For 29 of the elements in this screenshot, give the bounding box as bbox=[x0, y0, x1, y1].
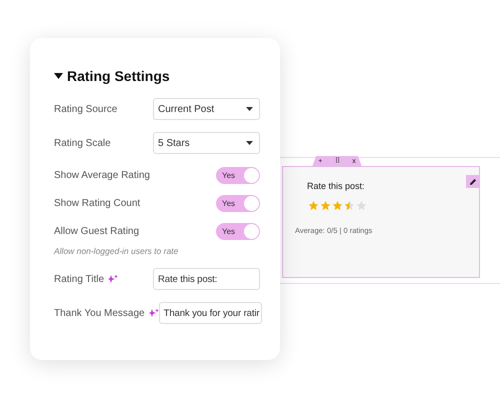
star-icon[interactable] bbox=[308, 200, 319, 211]
hint-text: Allow non-logged-in users to rate bbox=[54, 246, 180, 256]
rating-title: Rate this post: bbox=[307, 181, 365, 191]
sparkle-icon[interactable] bbox=[108, 274, 118, 284]
text-field[interactable]: Thank you for your ratir bbox=[158, 302, 262, 324]
section-title: Rating Settings bbox=[67, 68, 170, 84]
field-label: Rating Title bbox=[54, 274, 104, 284]
field-label: Show Rating Count bbox=[54, 198, 140, 208]
field-label: Thank You Message bbox=[54, 308, 145, 318]
star-icon[interactable] bbox=[356, 200, 367, 211]
dropdown-icon bbox=[246, 141, 253, 145]
star-icon[interactable] bbox=[320, 200, 331, 211]
field-label: Rating Scale bbox=[54, 138, 111, 148]
toggle-switch[interactable]: Yes bbox=[216, 166, 260, 184]
text-field[interactable]: Rate this post: bbox=[153, 268, 260, 290]
toggle-switch[interactable]: Yes bbox=[216, 194, 260, 212]
select-field[interactable]: Current Post bbox=[153, 98, 260, 120]
star-icon[interactable] bbox=[332, 200, 343, 211]
field-label: Rating Source bbox=[54, 104, 118, 114]
field-label: Allow Guest Rating bbox=[54, 226, 140, 236]
field-label: Show Average Rating bbox=[54, 170, 150, 180]
select-field[interactable]: 5 Stars bbox=[153, 132, 260, 154]
toggle-switch[interactable]: Yes bbox=[216, 222, 260, 240]
caret-icon[interactable] bbox=[54, 73, 63, 79]
pencil-icon bbox=[468, 178, 476, 186]
star-icon[interactable] bbox=[344, 200, 355, 211]
edit-button[interactable] bbox=[466, 175, 479, 188]
dropdown-icon bbox=[246, 107, 253, 111]
sparkle-icon[interactable] bbox=[148, 308, 159, 318]
